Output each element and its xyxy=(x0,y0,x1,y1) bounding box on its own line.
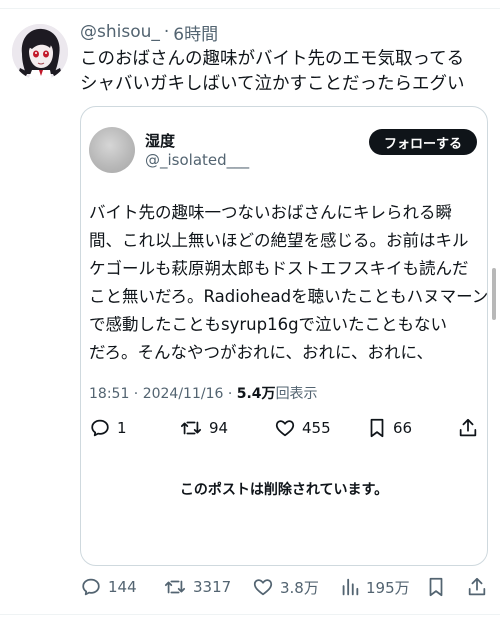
quote-text-line: 間、これ以上無いほどの絶望を感じる。お前はキル xyxy=(89,231,469,250)
quote-author-handle[interactable]: @_isolated___ xyxy=(145,151,249,169)
quote-action-bar: 1 94 455 66 xyxy=(81,415,487,445)
scrollbar[interactable] xyxy=(492,268,496,320)
views-count: 195万 xyxy=(366,578,410,597)
retweet-icon xyxy=(180,421,202,435)
quote-views-label: 回表示 xyxy=(275,386,318,402)
avatar-illustration xyxy=(12,24,68,80)
share-button[interactable] xyxy=(466,576,488,598)
bottom-divider xyxy=(0,614,500,615)
quote-retweet-button[interactable]: 94 xyxy=(179,417,228,439)
tweet-time[interactable]: 6時間 xyxy=(173,20,218,45)
retweet-button[interactable]: 3317 xyxy=(163,576,231,598)
top-divider xyxy=(0,8,500,9)
quote-bookmark-button[interactable]: 66 xyxy=(367,417,412,439)
avatar[interactable] xyxy=(12,24,68,80)
bookmark-button[interactable] xyxy=(426,576,446,598)
quote-author-name[interactable]: 湿度 xyxy=(145,130,175,151)
quote-reply-count: 1 xyxy=(117,419,127,437)
quote-like-count: 455 xyxy=(302,419,331,437)
reply-icon xyxy=(82,578,100,596)
deleted-post-notice: このポストは削除されています。 xyxy=(179,482,389,498)
quote-bookmark-count: 66 xyxy=(393,419,413,437)
like-button[interactable]: 3.8万 xyxy=(252,576,319,598)
quote-avatar[interactable] xyxy=(89,127,135,173)
views-button[interactable]: 195万 xyxy=(340,576,410,598)
bookmark-icon xyxy=(429,577,443,597)
views-icon xyxy=(342,578,359,596)
quote-text-line: こと無いだろ。Radioheadを聴いたこともハヌマーン xyxy=(89,287,489,306)
retweet-count: 3317 xyxy=(193,578,232,596)
bookmark-icon xyxy=(370,418,384,438)
like-count: 3.8万 xyxy=(280,578,319,597)
reply-icon xyxy=(91,419,109,437)
quote-like-button[interactable]: 455 xyxy=(274,417,331,439)
quote-views-count: 5.4万 xyxy=(236,386,276,402)
quote-text-line: ケゴールも萩原朔太郎もドストエフスキイも読んだ xyxy=(89,259,469,278)
share-icon xyxy=(459,418,477,437)
quote-text: バイト先の趣味一つないおばさんにキレられる瞬 間、これ以上無いほどの絶望を感じる… xyxy=(89,199,489,367)
quote-reply-button[interactable]: 1 xyxy=(89,417,127,439)
share-icon xyxy=(468,577,486,596)
reply-button[interactable]: 144 xyxy=(80,576,137,598)
tweet-action-bar: 144 3317 3.8万 195万 xyxy=(0,574,500,604)
follow-button[interactable]: フォローする xyxy=(369,129,477,155)
quote-share-button[interactable] xyxy=(457,417,479,439)
quote-text-line: だろ。そんなやつがおれに、おれに、おれに、 xyxy=(89,343,434,362)
tweet-header: @shisou_ · 6時間 xyxy=(80,20,218,45)
like-icon xyxy=(253,579,273,596)
tweet-text-line: このおばさんの趣味がバイト先のエモ気取ってる xyxy=(80,49,465,69)
quote-card[interactable]: 湿度 @_isolated___ フォローする バイト先の趣味一つないおばさんに… xyxy=(80,106,488,566)
quote-text-line: で感動したこともsyrup16gで泣いたこともない xyxy=(89,315,448,334)
retweet-icon xyxy=(164,580,186,594)
quote-meta: 18:51 · 2024/11/16 · 5.4万回表示 xyxy=(89,383,318,403)
like-icon xyxy=(275,420,295,437)
quote-timestamp[interactable]: 18:51 · 2024/11/16 · xyxy=(89,386,237,402)
tweet-text: このおばさんの趣味がバイト先のエモ気取ってる シャバいガキしばいて泣かすことだっ… xyxy=(80,47,490,97)
quote-text-line: バイト先の趣味一つないおばさんにキレられる瞬 xyxy=(89,203,452,222)
reply-count: 144 xyxy=(108,578,137,596)
header-separator: · xyxy=(163,22,170,42)
quote-retweet-count: 94 xyxy=(209,419,229,437)
tweet-text-line: シャバいガキしばいて泣かすことだったらエグい xyxy=(80,74,465,94)
author-handle[interactable]: @shisou_ xyxy=(80,22,160,42)
